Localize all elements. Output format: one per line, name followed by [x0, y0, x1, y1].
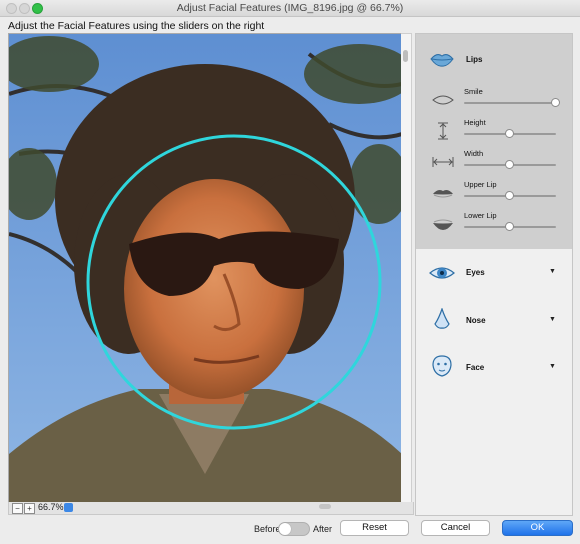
smile-label: Smile [464, 87, 483, 96]
photo-image [9, 34, 402, 503]
upper-lip-slider[interactable] [464, 191, 556, 200]
window-title: Adjust Facial Features (IMG_8196.jpg @ 6… [176, 2, 404, 14]
face-expand-caret[interactable]: ▼ [549, 363, 556, 370]
instruction-text: Adjust the Facial Features using the sli… [8, 20, 265, 32]
nose-header[interactable]: Nose ▼ [416, 308, 572, 334]
horizontal-scroll-thumb[interactable] [319, 504, 331, 509]
upper-lip-icon [433, 190, 453, 198]
reset-button[interactable]: Reset [340, 520, 409, 536]
lips-header[interactable]: Lips [416, 46, 572, 72]
zoom-dropdown-button[interactable] [64, 503, 73, 512]
before-label: Before [254, 524, 281, 534]
vertical-scroll-thumb[interactable] [403, 50, 408, 62]
height-slider-row: Height [416, 117, 572, 147]
smile-slider[interactable] [464, 98, 560, 107]
face-header[interactable]: Face ▼ [416, 355, 572, 381]
width-slider-row: Width [416, 148, 572, 178]
nose-label: Nose [466, 316, 486, 325]
lower-lip-slider[interactable] [464, 222, 556, 231]
upper-lip-slider-thumb[interactable] [505, 191, 514, 200]
face-label: Face [466, 363, 485, 372]
ok-button[interactable]: OK [502, 520, 573, 536]
upper-lip-label: Upper Lip [464, 180, 497, 189]
title-bar[interactable]: Adjust Facial Features (IMG_8196.jpg @ 6… [0, 0, 580, 17]
nose-expand-caret[interactable]: ▼ [549, 316, 556, 323]
smile-slider-row: Smile [416, 86, 572, 116]
lower-lip-slider-thumb[interactable] [505, 222, 514, 231]
width-label: Width [464, 149, 484, 158]
eyes-header[interactable]: Eyes ▼ [416, 260, 572, 286]
lower-lip-slider-row: Lower Lip [416, 210, 572, 240]
height-slider-thumb[interactable] [505, 129, 514, 138]
width-slider-thumb[interactable] [505, 160, 514, 169]
smile-slider-thumb[interactable] [551, 98, 560, 107]
vertical-scrollbar[interactable] [401, 33, 412, 504]
eye-icon [429, 267, 455, 279]
zoom-in-button[interactable]: + [24, 503, 35, 514]
width-icon [432, 157, 454, 167]
height-slider[interactable] [464, 129, 556, 138]
lower-lip-icon [433, 219, 453, 230]
toggle-knob[interactable] [279, 523, 291, 535]
eyes-label: Eyes [466, 268, 485, 277]
adjust-facial-features-window: Adjust Facial Features (IMG_8196.jpg @ 6… [0, 0, 580, 544]
lips-icon [430, 54, 454, 67]
zoom-level: 66.7% [38, 502, 64, 512]
after-label: After [313, 524, 333, 534]
height-icon [438, 122, 448, 140]
height-label: Height [464, 118, 486, 127]
upper-lip-slider-row: Upper Lip [416, 179, 572, 209]
before-after-toggle[interactable] [278, 522, 310, 536]
width-slider[interactable] [464, 160, 556, 169]
lips-section: Lips Smile Height Width Upper Lip Lower … [416, 34, 572, 249]
zoom-out-button[interactable]: − [12, 503, 23, 514]
photo-canvas[interactable] [8, 33, 403, 504]
eyes-expand-caret[interactable]: ▼ [549, 268, 556, 275]
features-panel: Lips Smile Height Width Upper Lip Lower … [415, 33, 573, 516]
face-icon [432, 355, 452, 377]
lower-lip-label: Lower Lip [464, 211, 497, 220]
smile-icon [432, 95, 454, 105]
cancel-button[interactable]: Cancel [421, 520, 490, 536]
lips-label: Lips [466, 55, 483, 64]
viewer-status-bar: − + 66.7% [8, 502, 414, 515]
nose-icon [434, 308, 450, 329]
